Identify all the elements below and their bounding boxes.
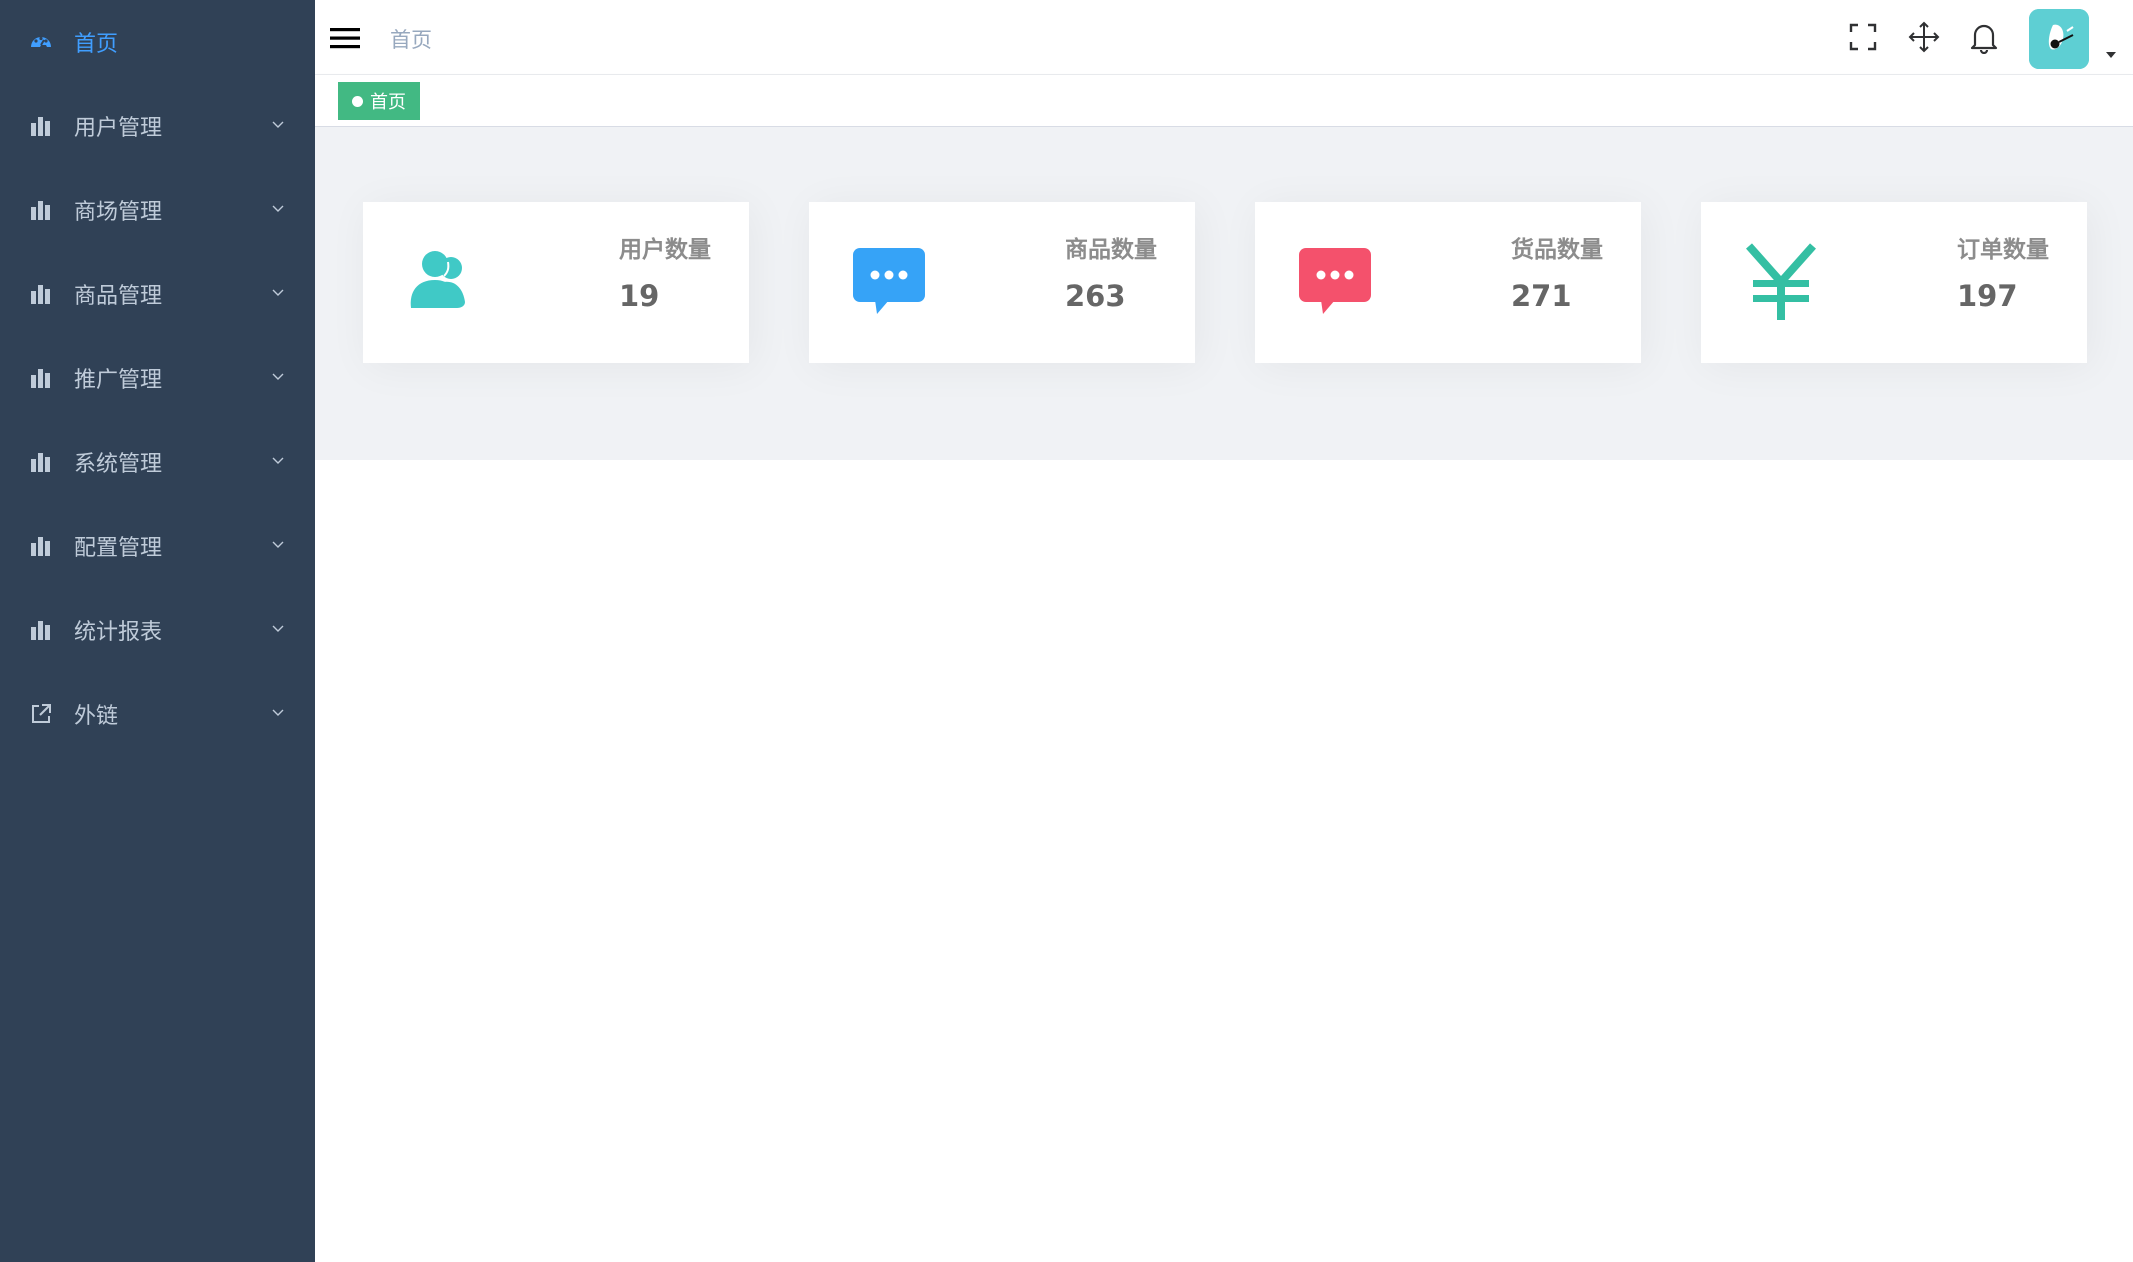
sidebar-item-label: 外链 xyxy=(74,704,119,729)
bar-chart-icon xyxy=(28,365,54,391)
card-user-count[interactable]: 用户数量 19 xyxy=(363,202,749,363)
sidebar-item-user-management[interactable]: 用户管理 xyxy=(0,84,315,168)
navbar: 首页 xyxy=(315,0,2133,75)
chevron-down-icon xyxy=(272,709,284,716)
fullscreen-icon[interactable] xyxy=(1846,20,1880,54)
dashboard-icon xyxy=(28,29,54,55)
sidebar-item-label: 首页 xyxy=(74,32,119,57)
breadcrumb: 首页 xyxy=(390,28,432,52)
bell-icon[interactable] xyxy=(1967,20,2001,54)
message-icon xyxy=(1299,248,1371,314)
card-description: 货品数量 271 xyxy=(1511,236,1603,312)
bar-chart-icon xyxy=(28,617,54,643)
card-value: 271 xyxy=(1511,279,1572,313)
card-description: 商品数量 263 xyxy=(1065,236,1157,312)
sidebar-item-external-link[interactable]: 外链 xyxy=(0,672,315,756)
sidebar-item-goods-management[interactable]: 商品管理 xyxy=(0,252,315,336)
sidebar-item-home[interactable]: 首页 xyxy=(0,0,315,84)
sidebar-item-label: 系统管理 xyxy=(74,452,163,477)
card-label: 货品数量 xyxy=(1511,237,1603,263)
card-value: 263 xyxy=(1065,279,1126,313)
move-icon[interactable] xyxy=(1907,20,1941,54)
card-product-count[interactable]: 货品数量 271 xyxy=(1255,202,1641,363)
card-order-count[interactable]: 订单数量 197 xyxy=(1701,202,2087,363)
sidebar-item-promotion-management[interactable]: 推广管理 xyxy=(0,336,315,420)
tag-label: 首页 xyxy=(370,92,406,113)
sidebar-item-config-management[interactable]: 配置管理 xyxy=(0,504,315,588)
sidebar-item-label: 统计报表 xyxy=(74,620,163,645)
caret-down-icon[interactable] xyxy=(2105,50,2117,60)
avatar-image xyxy=(2029,9,2089,69)
sidebar-item-label: 配置管理 xyxy=(74,536,163,561)
card-description: 订单数量 197 xyxy=(1957,236,2049,312)
card-label: 订单数量 xyxy=(1957,237,2049,263)
bar-chart-icon xyxy=(28,281,54,307)
bar-chart-icon xyxy=(28,449,54,475)
chevron-down-icon xyxy=(272,205,284,212)
bar-chart-icon xyxy=(28,197,54,223)
card-label: 用户数量 xyxy=(619,237,711,263)
sidebar-item-statistics-report[interactable]: 统计报表 xyxy=(0,588,315,672)
sidebar-item-mall-management[interactable]: 商场管理 xyxy=(0,168,315,252)
sidebar-item-system-management[interactable]: 系统管理 xyxy=(0,420,315,504)
card-description: 用户数量 19 xyxy=(619,236,711,312)
card-value: 197 xyxy=(1957,279,2018,313)
chevron-down-icon xyxy=(272,373,284,380)
chevron-down-icon xyxy=(272,121,284,128)
chevron-down-icon xyxy=(272,289,284,296)
external-link-icon xyxy=(28,701,54,727)
sidebar-item-label: 用户管理 xyxy=(74,116,163,141)
chevron-down-icon xyxy=(272,541,284,548)
users-icon xyxy=(410,251,465,308)
hamburger-icon[interactable] xyxy=(329,22,361,54)
bar-chart-icon xyxy=(28,113,54,139)
sidebar-item-label: 推广管理 xyxy=(74,368,163,393)
bar-chart-icon xyxy=(28,533,54,559)
tag-active-dot xyxy=(352,95,363,107)
dashboard-panel-group: 用户数量 19 商品数量 263 货品数量 271 订单数量 197 xyxy=(315,127,2133,460)
avatar[interactable] xyxy=(2029,9,2089,69)
card-value: 19 xyxy=(619,279,660,313)
yen-icon xyxy=(1746,243,1816,320)
tag-home[interactable]: 首页 xyxy=(338,82,420,120)
sidebar-item-label: 商品管理 xyxy=(74,284,163,309)
sidebar-item-label: 商场管理 xyxy=(74,200,163,225)
chevron-down-icon xyxy=(272,457,284,464)
main-content-area xyxy=(315,460,2133,1262)
tags-view: 首页 xyxy=(315,75,2133,127)
message-icon xyxy=(853,248,925,314)
sidebar: 首页 用户管理 商场管理 商品管理 推广管理 系统管理 配置管理 统计报表 外链 xyxy=(0,0,315,1262)
chevron-down-icon xyxy=(272,625,284,632)
card-label: 商品数量 xyxy=(1065,237,1157,263)
card-goods-count[interactable]: 商品数量 263 xyxy=(809,202,1195,363)
